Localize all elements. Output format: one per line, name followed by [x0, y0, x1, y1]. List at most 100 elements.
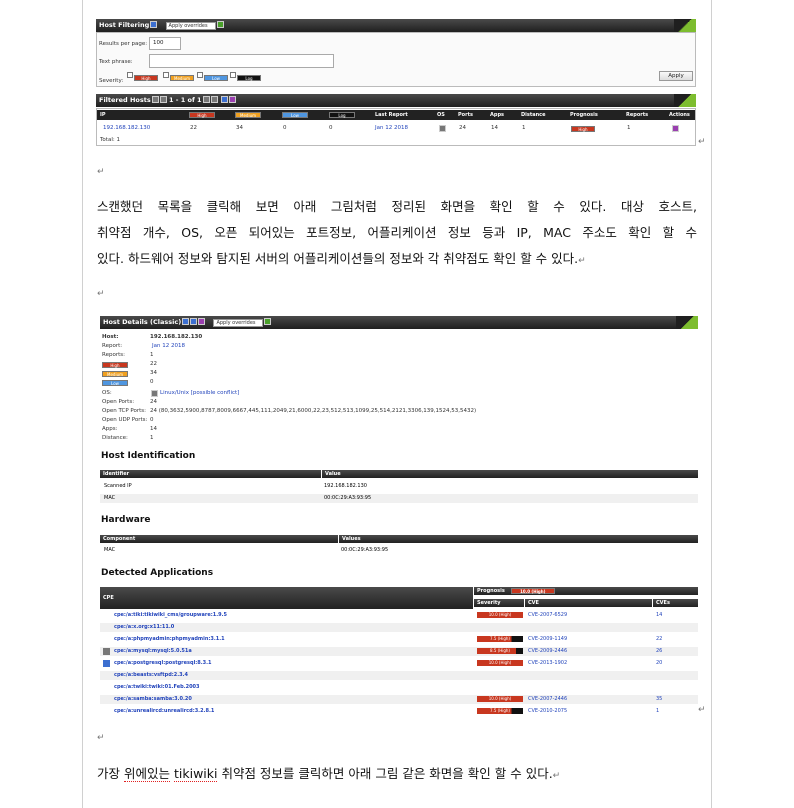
identifier-cell: MAC [104, 495, 116, 501]
col-last-report: Last Report [375, 112, 408, 118]
cpe-link[interactable]: cpe:/a:twiki:twiki:01.Feb.2003 [114, 683, 200, 692]
apply-overrides-select[interactable]: Apply overrides [165, 22, 216, 30]
cpe-link[interactable]: cpe:/a:beasts:vsftpd:2.3.4 [114, 671, 188, 680]
low-badge: Low [102, 380, 128, 386]
table-row: cpe:/a:tiki:tikiwiki_cms/groupware:1.9.5… [100, 611, 698, 620]
severity-bar: 8.5 (High) [477, 648, 523, 654]
linux-os-icon [439, 125, 446, 132]
cpe-link[interactable]: cpe:/a:postgresql:postgresql:8.3.1 [114, 659, 212, 668]
col-severity: Severity [474, 599, 524, 607]
severity-bar: 7.5 (High) [477, 636, 523, 642]
table-row: cpe:/a:unrealircd:unrealircd:3.2.8.1 7.5 … [100, 707, 698, 714]
host-ip-link[interactable]: 192.168.182.130 [103, 125, 150, 131]
apps-value: 14 [150, 426, 157, 432]
severity-bar: 7.5 (High) [477, 708, 523, 714]
cves-count-link[interactable]: 20 [656, 659, 662, 668]
report-link[interactable]: Jan 12 2018 [152, 343, 185, 349]
report-label: Report: [102, 343, 123, 349]
apply-overrides-select[interactable]: Apply overrides [213, 319, 264, 327]
table-row: cpe:/a:phpmyadmin:phpmyadmin:3.1.1 7.5 (H… [100, 635, 698, 644]
total-text: Total: 1 [100, 137, 120, 143]
col-reports: Reports [626, 112, 649, 118]
row-ports: 24 [459, 125, 466, 131]
cves-count-link[interactable]: 1 [656, 707, 659, 714]
host-filtering-bar: Host Filtering Apply overrides [96, 19, 696, 32]
application-icon [103, 648, 110, 655]
cve-link[interactable]: CVE-2013-1902 [528, 659, 567, 668]
host-filtering-title: Host Filtering [99, 21, 150, 29]
cpe-link[interactable]: cpe:/a:mysql:mysql:5.0.51a [114, 647, 192, 656]
last-report-link[interactable]: Jan 12 2018 [375, 125, 408, 131]
distance-label: Distance: [102, 435, 128, 441]
text-phrase-input[interactable] [149, 54, 334, 68]
details-action-icon[interactable] [672, 125, 679, 132]
list-icon[interactable] [190, 318, 198, 325]
cve-link[interactable]: CVE-2010-2075 [528, 707, 567, 714]
cve-link[interactable]: CVE-2009-1149 [528, 635, 567, 644]
prev-page-icon[interactable] [159, 96, 167, 103]
hardware-heading: Hardware [101, 515, 151, 525]
cpe-link[interactable]: cpe:/a:samba:samba:3.0.20 [114, 695, 192, 704]
paragraph-line: 스캔했던 목록을 클릭해 보면 아래 그림처럼 정리된 화면을 확인 할 수 있… [97, 199, 697, 214]
table-row: cpe:/a:mysql:mysql:5.0.51a 8.5 (High) CVE-… [100, 647, 698, 656]
row-low: 0 [283, 125, 287, 131]
reports-label: Reports: [102, 352, 125, 358]
host-label: Host: [102, 334, 119, 340]
help-icon[interactable] [182, 318, 190, 325]
bar-accent [674, 94, 696, 107]
cves-count-link[interactable]: 26 [656, 647, 662, 656]
application-icon [103, 660, 110, 667]
row-log: 0 [329, 125, 333, 131]
medium-checkbox[interactable] [163, 72, 169, 78]
col-cpe: CPE [100, 587, 473, 609]
reports-value: 1 [150, 352, 154, 358]
cves-count-link[interactable]: 14 [656, 611, 662, 620]
export-icon[interactable] [228, 96, 236, 103]
udp-ports-value: 0 [150, 417, 154, 423]
pagination-text: 1 - 1 of 1 [168, 96, 202, 104]
help-icon[interactable] [220, 96, 228, 103]
cpe-link[interactable]: cpe:/a:x.org:x11:11.0 [114, 623, 174, 632]
apps-label: Apps: [102, 426, 118, 432]
severity-bar: 10.0 (High) [477, 696, 523, 702]
col-actions: Actions [669, 112, 690, 118]
medium-value: 34 [150, 370, 157, 376]
export-icon[interactable] [198, 318, 206, 325]
row-distance: 1 [522, 125, 526, 131]
paragraph-text: 취약점 정보를 클릭하면 아래 그림 같은 화면을 확인 할 수 있다. [217, 766, 553, 781]
filtered-hosts-bar: Filtered Hosts 1 - 1 of 1 [96, 94, 696, 107]
col-cves: CVEs [653, 599, 698, 607]
first-page-icon[interactable] [151, 96, 159, 103]
results-per-page-input[interactable]: 100 [149, 37, 181, 50]
refresh-icon[interactable] [264, 318, 272, 325]
low-checkbox[interactable] [197, 72, 203, 78]
refresh-icon[interactable] [216, 21, 224, 28]
cves-count-link[interactable]: 35 [656, 695, 662, 704]
col-ip: IP [100, 112, 106, 118]
cpe-link[interactable]: cpe:/a:tiki:tikiwiki_cms/groupware:1.9.5 [114, 611, 227, 620]
medium-badge: Medium [170, 75, 194, 81]
cpe-link[interactable]: cpe:/a:unrealircd:unrealircd:3.2.8.1 [114, 707, 214, 714]
next-page-icon[interactable] [202, 96, 210, 103]
low-value: 0 [150, 379, 154, 385]
severity-bar: 10.0 (High) [477, 660, 523, 666]
col-low: Low [282, 112, 308, 118]
last-page-icon[interactable] [210, 96, 218, 103]
paragraph-line: 있다. 하드웨어 정보와 탐지된 서버의 어플리케이션들의 정보와 각 취약점도… [97, 246, 697, 274]
cves-count-link[interactable]: 22 [656, 635, 662, 644]
prognosis-label: Prognosis [477, 588, 505, 594]
help-icon[interactable] [150, 21, 158, 28]
cve-link[interactable]: CVE-2009-2446 [528, 647, 567, 656]
table-row: cpe:/a:x.org:x11:11.0 [100, 623, 698, 632]
paragraph-text: 있다. 하드웨어 정보와 탐지된 서버의 어플리케이션들의 정보와 각 취약점도… [97, 251, 579, 266]
cve-link[interactable]: CVE-2007-2446 [528, 695, 567, 704]
high-checkbox[interactable] [127, 72, 133, 78]
cpe-link[interactable]: cpe:/a:phpmyadmin:phpmyadmin:3.1.1 [114, 635, 225, 644]
row-medium: 34 [236, 125, 243, 131]
os-value-link[interactable]: Linux/Unix [possible conflict] [160, 390, 239, 396]
component-cell: MAC [104, 547, 116, 553]
log-checkbox[interactable] [230, 72, 236, 78]
cve-link[interactable]: CVE-2007-6529 [528, 611, 567, 620]
table-row: cpe:/a:twiki:twiki:01.Feb.2003 [100, 683, 698, 692]
apply-button[interactable]: Apply [659, 71, 693, 81]
